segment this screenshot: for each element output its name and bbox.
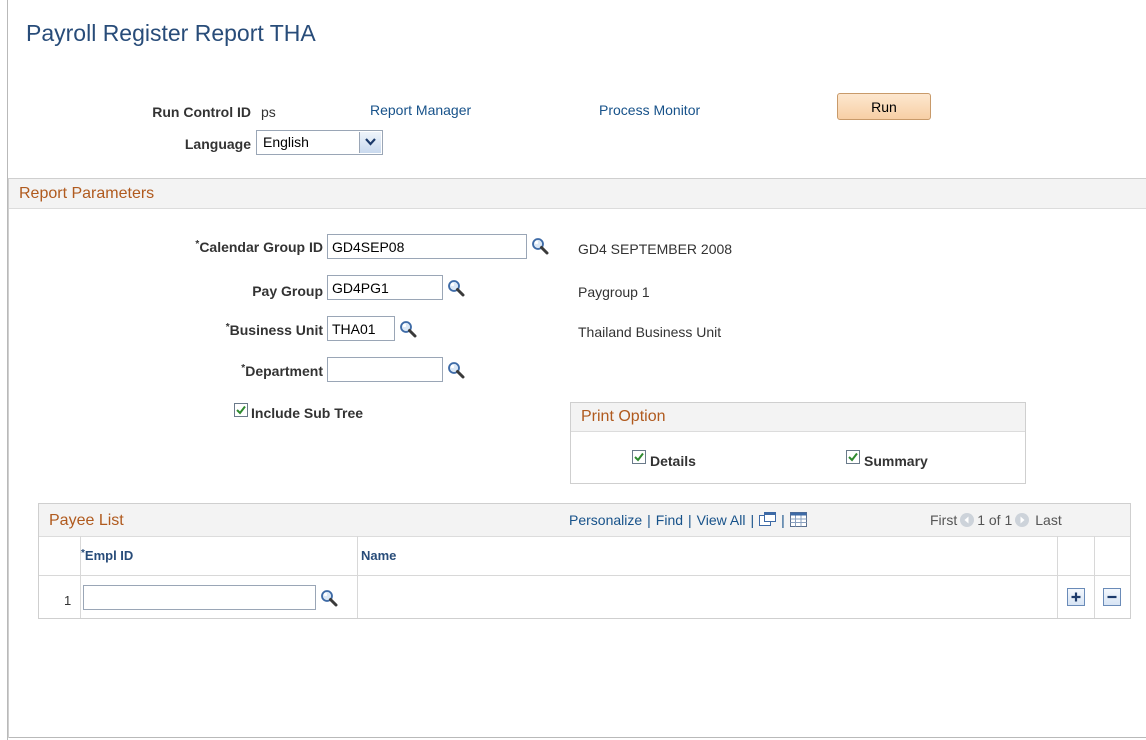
lookup-icon[interactable]	[447, 279, 465, 297]
grid-col-divider	[1094, 536, 1095, 618]
column-header-empl-id[interactable]: Empl ID	[81, 548, 133, 563]
run-button[interactable]: Run	[837, 93, 931, 120]
grid-header-divider	[39, 575, 1130, 576]
grid-col-divider	[357, 536, 358, 618]
find-link[interactable]: Find	[656, 512, 683, 528]
run-control-id-value: ps	[261, 104, 276, 120]
calendar-group-id-label: Calendar Group ID	[120, 239, 323, 255]
process-monitor-link[interactable]: Process Monitor	[599, 102, 700, 118]
pay-group-input[interactable]	[327, 275, 443, 300]
grid-col-divider	[1057, 536, 1058, 618]
row-position-text: 1 of 1	[977, 512, 1013, 528]
business-unit-input[interactable]	[327, 316, 395, 341]
delete-row-button[interactable]	[1103, 588, 1121, 606]
summary-checkbox[interactable]	[846, 450, 860, 464]
delete-row-icon	[1107, 595, 1117, 599]
add-row-icon	[1071, 592, 1081, 602]
calendar-group-id-input[interactable]	[327, 234, 527, 259]
checkmark-icon	[848, 452, 858, 462]
checkmark-icon	[236, 405, 246, 415]
summary-label: Summary	[864, 453, 928, 469]
checkmark-icon	[634, 452, 644, 462]
personalize-link[interactable]: Personalize	[569, 512, 642, 528]
details-label: Details	[650, 453, 696, 469]
lookup-icon[interactable]	[399, 320, 417, 338]
download-grid-icon[interactable]	[789, 512, 807, 527]
payee-list-title: Payee List	[49, 512, 124, 529]
row-number: 1	[64, 593, 72, 608]
language-select-value: English	[263, 134, 309, 150]
language-label: Language	[184, 136, 251, 152]
pay-group-label: Pay Group	[252, 283, 323, 299]
include-sub-tree-label: Include Sub Tree	[251, 405, 364, 421]
business-unit-description: Thailand Business Unit	[578, 324, 722, 340]
lookup-icon[interactable]	[320, 589, 338, 607]
language-select[interactable]: English	[256, 130, 383, 155]
add-row-button[interactable]	[1067, 588, 1085, 606]
column-header-name[interactable]: Name	[361, 548, 396, 563]
dropdown-arrow-icon[interactable]	[359, 132, 381, 153]
run-control-id-label: Run Control ID	[152, 104, 251, 120]
print-option-section: Print Option	[570, 402, 1026, 484]
lookup-icon[interactable]	[447, 361, 465, 379]
calendar-group-description: GD4 SEPTEMBER 2008	[578, 241, 733, 257]
department-input[interactable]	[327, 357, 443, 382]
last-link[interactable]: Last	[1035, 512, 1061, 528]
details-checkbox[interactable]	[632, 450, 646, 464]
payee-list-toolbar: Personalize | Find | View All | |	[569, 512, 807, 528]
view-all-link[interactable]: View All	[697, 512, 746, 528]
print-option-title: Print Option	[581, 408, 666, 425]
report-parameters-title: Report Parameters	[19, 185, 155, 202]
department-label: Department	[120, 363, 323, 379]
pay-group-description: Paygroup 1	[578, 284, 650, 300]
business-unit-label: Business Unit	[120, 322, 323, 338]
report-manager-link[interactable]: Report Manager	[370, 102, 471, 118]
first-link[interactable]: First	[930, 512, 957, 528]
empl-id-input[interactable]	[83, 585, 316, 610]
payee-list-navigation: First 1 of 1 Last	[930, 512, 1062, 528]
new-window-icon[interactable]	[759, 512, 777, 527]
include-sub-tree-checkbox[interactable]	[234, 403, 248, 417]
page-title: Payroll Register Report THA	[26, 20, 316, 46]
lookup-icon[interactable]	[531, 237, 549, 255]
print-option-header: Print Option	[571, 403, 1025, 432]
previous-arrow-icon[interactable]	[960, 513, 975, 527]
report-parameters-header: Report Parameters	[9, 179, 1146, 209]
next-arrow-icon[interactable]	[1015, 513, 1030, 527]
